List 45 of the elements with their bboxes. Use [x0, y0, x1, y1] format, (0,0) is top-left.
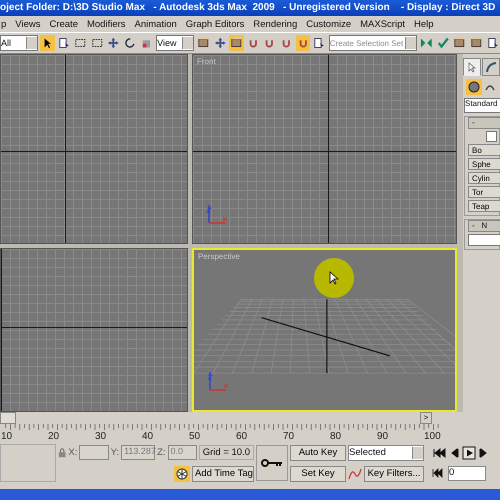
time-ruler[interactable]: 10 20 30 40 50 60 70 80 90 100	[0, 424, 465, 442]
window-title: oject Folder: D:\3D Studio Max - Autodesk 3ds Max 2009 - Unregistered Version - Display : Direct 3D	[0, 0, 500, 16]
menu-item[interactable]: Create	[49, 18, 78, 30]
frame-number: 50	[189, 431, 200, 442]
frame-number: 90	[377, 431, 388, 442]
coordinate-label: X:	[68, 447, 78, 458]
add-time-tag-button[interactable]: Add Time Tag	[192, 466, 254, 482]
menu-item[interactable]: MAXScript	[360, 18, 405, 30]
viewport-label: Perspective	[198, 252, 240, 261]
object-button[interactable]: Tor	[468, 186, 500, 198]
rollout-header[interactable]: -	[468, 117, 500, 129]
frame-number: 100	[424, 431, 441, 442]
frame-number: 80	[330, 431, 342, 442]
key-mode-dropdown[interactable]: Selected	[348, 444, 424, 460]
object-button[interactable]: Sphe	[468, 158, 500, 170]
grid-size-field: Grid = 10.0	[198, 445, 254, 460]
viewport-label: Front	[197, 57, 216, 66]
menu-item[interactable]: Customize	[306, 18, 352, 30]
frame-number: 60	[236, 431, 248, 442]
menu-item[interactable]: Rendering	[253, 18, 298, 30]
menu-item[interactable]: p	[1, 18, 6, 30]
coordinate-label: Y:	[110, 447, 120, 458]
menu-item[interactable]: Modifiers	[86, 18, 126, 30]
frame-number: 30	[95, 431, 106, 442]
menu-item[interactable]: Views	[15, 18, 40, 30]
object-button[interactable]: Bo	[468, 144, 500, 156]
category-dropdown[interactable]: Standard	[464, 98, 500, 113]
dropdown[interactable]: All	[0, 35, 38, 51]
frame-number: 70	[283, 431, 294, 442]
menu-item[interactable]: Animation	[134, 18, 177, 30]
frame-number: 10	[1, 431, 12, 442]
key-filters-button[interactable]: Key Filters...	[364, 466, 424, 482]
object-button[interactable]: Teap	[468, 200, 500, 212]
object-button[interactable]: Cylin	[468, 172, 500, 184]
coordinate-label: Z:	[157, 447, 166, 458]
menu-item[interactable]: Graph Editors	[186, 18, 244, 30]
rollout-header[interactable]: - N	[468, 220, 500, 232]
frame-number: 20	[48, 431, 60, 442]
frame-number: 40	[142, 431, 154, 442]
auto-key-button[interactable]: Auto Key	[290, 444, 346, 460]
set-key-button[interactable]: Set Key	[290, 466, 346, 482]
dropdown[interactable]: View	[156, 35, 194, 51]
menu-item[interactable]: Help	[414, 18, 434, 30]
frame-field[interactable]: 0	[448, 466, 486, 480]
selection-set-dropdown[interactable]: Create Selection Set	[328, 35, 418, 51]
